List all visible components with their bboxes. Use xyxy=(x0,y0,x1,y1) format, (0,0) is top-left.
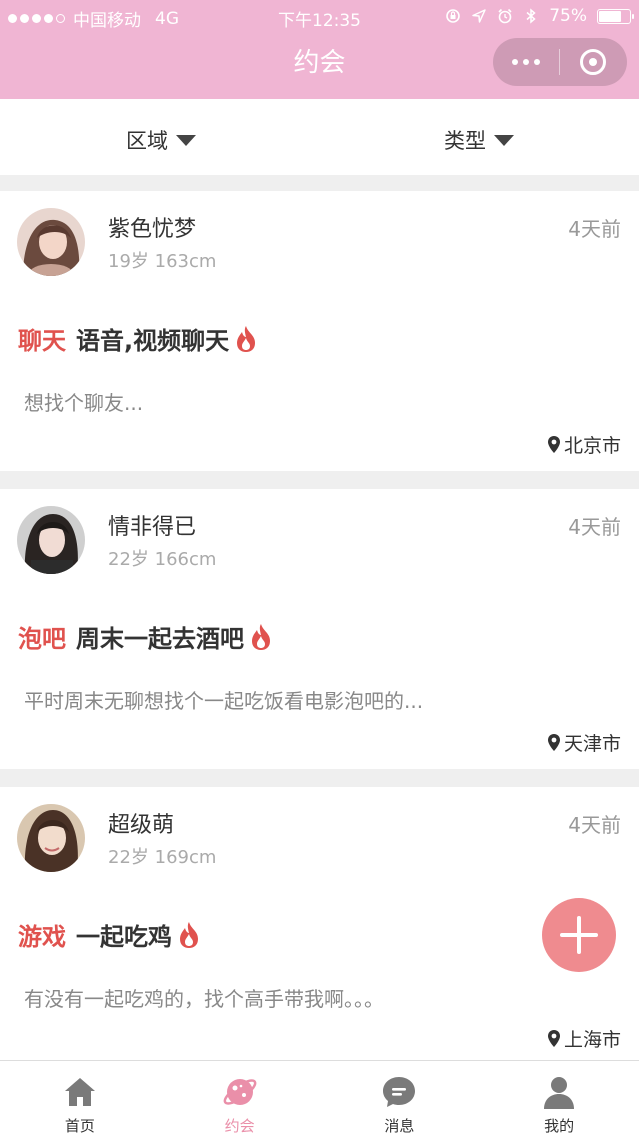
rotation-lock-icon xyxy=(445,8,461,24)
bluetooth-icon xyxy=(523,8,539,24)
post-title: 语音,视频聊天 xyxy=(76,327,230,355)
post-card[interactable]: 情非得已 22岁 166cm 4天前 泡吧 周末一起去酒吧 平时周末无聊想找个一… xyxy=(0,489,639,769)
post-category: 聊天 xyxy=(18,327,66,355)
target-icon xyxy=(580,49,606,75)
hot-fire-icon xyxy=(180,921,198,948)
type-filter-dropdown[interactable]: 类型 xyxy=(444,125,514,155)
message-icon xyxy=(383,1077,416,1107)
post-location: 北京市 xyxy=(547,431,621,458)
top-bar: 中国移动 4G 下午12:35 75% 约会 xyxy=(0,0,639,99)
post-title-line: 聊天 语音,视频聊天 xyxy=(18,321,259,356)
post-description: 平时周末无聊想找个一起吃饭看电影泡吧的... xyxy=(24,689,424,713)
user-name: 情非得已 xyxy=(108,515,197,540)
location-pin-icon xyxy=(547,1030,560,1047)
filter-bar: 区域 类型 xyxy=(0,99,639,175)
more-options-button[interactable] xyxy=(493,38,559,86)
user-name: 超级萌 xyxy=(108,813,175,838)
location-pin-icon xyxy=(547,734,560,751)
alarm-icon xyxy=(497,8,513,24)
mini-program-capsule xyxy=(493,38,627,86)
close-mini-program-button[interactable] xyxy=(560,38,626,86)
post-location: 天津市 xyxy=(547,729,621,756)
post-card[interactable]: 紫色忧梦 19岁 163cm 4天前 聊天 语音,视频聊天 想找个聊友... 北… xyxy=(0,191,639,471)
tab-label: 消息 xyxy=(384,1117,415,1135)
hot-fire-icon xyxy=(252,623,270,650)
hot-fire-icon xyxy=(237,325,256,352)
type-filter-label: 类型 xyxy=(444,129,486,153)
post-title-line: 游戏 一起吃鸡 xyxy=(18,917,202,952)
tab-label: 约会 xyxy=(224,1117,255,1135)
location-label: 上海市 xyxy=(563,1029,621,1051)
user-icon xyxy=(544,1077,575,1109)
battery-percent: 75% xyxy=(549,6,587,26)
user-age-height: 19岁 163cm xyxy=(108,251,217,272)
status-bar: 中国移动 4G 下午12:35 75% xyxy=(0,0,639,34)
avatar[interactable] xyxy=(17,208,85,276)
post-title: 一起吃鸡 xyxy=(76,923,172,951)
caret-down-icon xyxy=(494,134,514,146)
tab-profile[interactable]: 我的 xyxy=(479,1061,639,1136)
post-time: 4天前 xyxy=(568,813,621,837)
home-icon xyxy=(64,1078,95,1106)
location-label: 天津市 xyxy=(563,733,621,755)
post-category: 泡吧 xyxy=(18,625,66,653)
avatar[interactable] xyxy=(17,506,85,574)
post-title-line: 泡吧 周末一起去酒吧 xyxy=(18,619,274,654)
tab-home[interactable]: 首页 xyxy=(0,1061,160,1136)
tab-label: 首页 xyxy=(64,1117,95,1135)
post-title: 周末一起去酒吧 xyxy=(76,625,244,653)
post-category: 游戏 xyxy=(18,923,66,951)
user-age-height: 22岁 166cm xyxy=(108,549,217,570)
add-post-button[interactable] xyxy=(542,898,616,972)
post-location: 上海市 xyxy=(547,1025,621,1052)
post-description: 想找个聊友... xyxy=(24,391,144,415)
post-time: 4天前 xyxy=(568,515,621,539)
avatar[interactable] xyxy=(17,804,85,872)
user-age-height: 22岁 169cm xyxy=(108,847,217,868)
post-time: 4天前 xyxy=(568,217,621,241)
user-name: 紫色忧梦 xyxy=(108,217,197,242)
tab-label: 我的 xyxy=(544,1117,575,1135)
post-description: 有没有一起吃鸡的，找个高手带我啊。。。 xyxy=(24,987,384,1011)
location-arrow-icon xyxy=(471,8,487,24)
planet-icon xyxy=(223,1079,257,1105)
location-pin-icon xyxy=(547,436,560,453)
area-filter-dropdown[interactable]: 区域 xyxy=(126,125,196,155)
battery-icon xyxy=(597,8,634,24)
tab-dating[interactable]: 约会 xyxy=(160,1061,320,1136)
caret-down-icon xyxy=(176,134,196,146)
tab-messages[interactable]: 消息 xyxy=(320,1061,480,1136)
location-label: 北京市 xyxy=(563,435,621,457)
area-filter-label: 区域 xyxy=(126,129,168,153)
bottom-tab-bar: 首页 约会 消息 我的 xyxy=(0,1060,639,1136)
